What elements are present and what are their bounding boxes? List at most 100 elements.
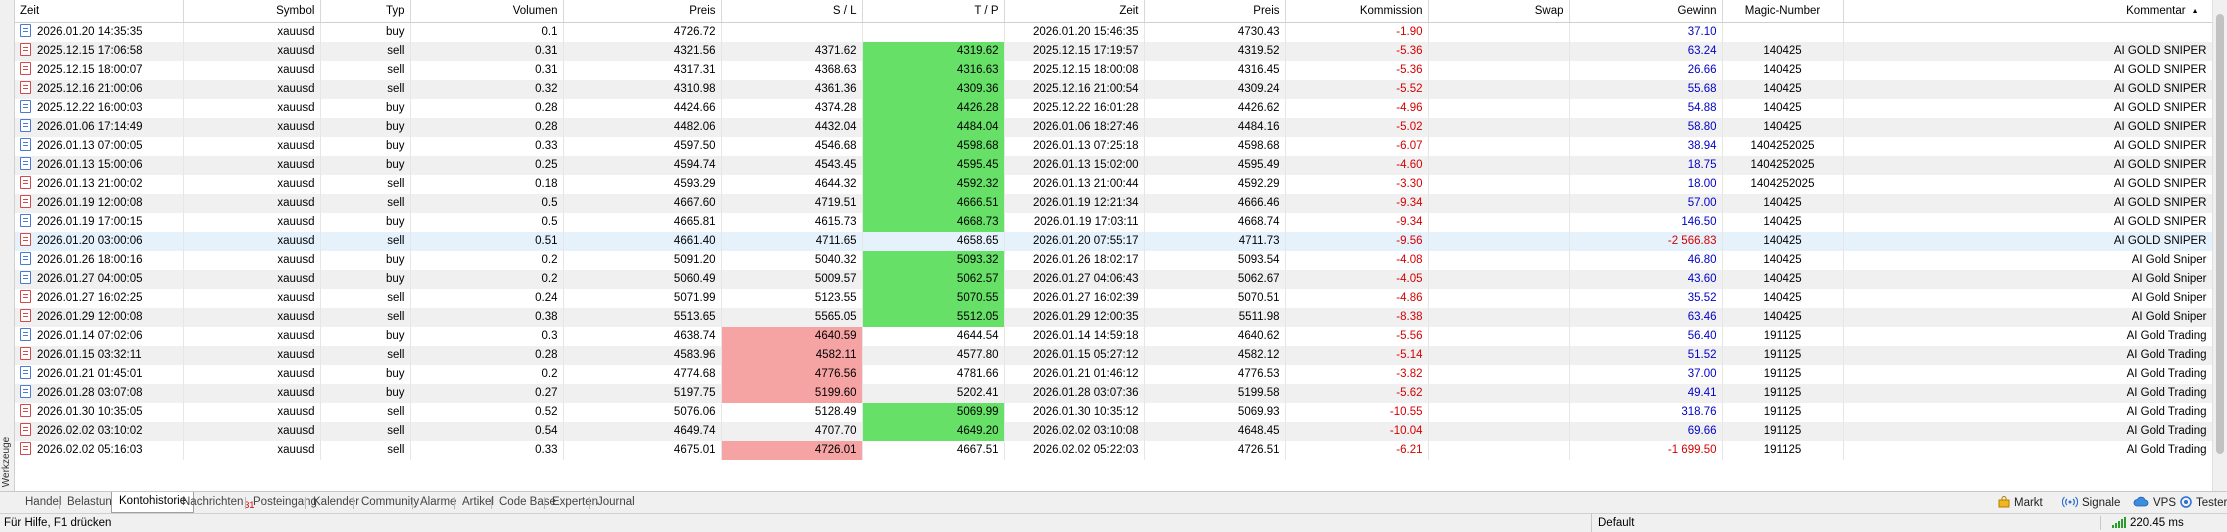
- cell-commission: -5.52: [1285, 80, 1429, 99]
- column-header-magic[interactable]: Magic-Number: [1722, 0, 1844, 23]
- toolbar-tab-tester[interactable]: Tester: [2180, 494, 2227, 512]
- table-row[interactable]: 2025.12.15 18:00:07 xauusd sell 0.31 4317.31…: [15, 61, 2212, 80]
- cell-swap: [1428, 61, 1570, 80]
- cell-profit: 318.76: [1569, 403, 1723, 422]
- cell-time-open: 2026.01.19 17:00:15: [15, 213, 184, 232]
- table-row[interactable]: 2026.01.20 14:35:35 xauusd buy 0.1 4726.72 20…: [15, 22, 2212, 42]
- column-header-time-close[interactable]: Zeit: [1004, 0, 1145, 23]
- cell-sl: 4726.01: [721, 441, 863, 460]
- sort-ascending-icon: ▲: [2191, 8, 2199, 15]
- cell-comment: AI Gold Trading: [1843, 403, 2212, 422]
- cell-tp: 4667.51: [862, 441, 1005, 460]
- column-header-profit[interactable]: Gewinn: [1569, 0, 1723, 23]
- table-row[interactable]: 2026.01.29 12:00:08 xauusd sell 0.38 5513.65…: [15, 308, 2212, 327]
- cell-magic: 140425: [1722, 270, 1844, 289]
- signal-icon: [2061, 496, 2079, 514]
- table-row[interactable]: 2026.01.13 15:00:06 xauusd buy 0.25 4594.74 4…: [15, 156, 2212, 175]
- column-header-price-close[interactable]: Preis: [1144, 0, 1286, 23]
- table-row[interactable]: 2026.02.02 05:16:03 xauusd sell 0.33 4675.01…: [15, 441, 2212, 460]
- table-row[interactable]: 2026.01.30 10:35:05 xauusd sell 0.52 5076.06…: [15, 403, 2212, 422]
- cell-magic: 191125: [1722, 346, 1844, 365]
- cell-profit: 56.40: [1569, 327, 1723, 346]
- cell-sl: 4711.65: [721, 232, 863, 251]
- toolbox-side-panel[interactable]: Werkzeuge: [0, 0, 15, 491]
- cell-price-open: 4594.74: [563, 156, 722, 175]
- cell-magic: 140425: [1722, 61, 1844, 80]
- table-row[interactable]: 2026.01.26 18:00:16 xauusd buy 0.2 5091.20 50…: [15, 251, 2212, 270]
- table-row[interactable]: 2026.01.19 17:00:15 xauusd buy 0.5 4665.81 46…: [15, 213, 2212, 232]
- table-row[interactable]: 2026.02.02 03:10:02 xauusd sell 0.54 4649.74…: [15, 422, 2212, 441]
- cell-volume: 0.2: [410, 270, 564, 289]
- table-row[interactable]: 2025.12.22 16:00:03 xauusd buy 0.28 4424.66 4…: [15, 99, 2212, 118]
- cell-volume: 0.28: [410, 118, 564, 137]
- column-header-type[interactable]: Typ: [320, 0, 411, 23]
- cell-price-close: 4595.49: [1144, 156, 1286, 175]
- cell-swap: [1428, 156, 1570, 175]
- column-header-time-open[interactable]: Zeit: [15, 0, 184, 23]
- cell-comment: AI Gold Trading: [1843, 384, 2212, 403]
- table-row[interactable]: 2025.12.16 21:00:06 xauusd sell 0.32 4310.98…: [15, 80, 2212, 99]
- cell-symbol: xauusd: [183, 422, 321, 441]
- toolbar-tab-markt[interactable]: Markt: [1998, 494, 2043, 512]
- table-row[interactable]: 2026.01.06 17:14:49 xauusd buy 0.28 4482.06 4…: [15, 118, 2212, 137]
- table-row[interactable]: 2026.01.14 07:02:06 xauusd buy 0.3 4638.74 46…: [15, 327, 2212, 346]
- cell-tp: 4666.51: [862, 194, 1005, 213]
- cell-time-open: 2026.01.13 15:00:06: [15, 156, 184, 175]
- cell-profit: 18.00: [1569, 175, 1723, 194]
- cell-type: buy: [320, 99, 411, 118]
- sell-deal-icon: [20, 43, 31, 56]
- column-header-swap[interactable]: Swap: [1428, 0, 1570, 23]
- cell-type: buy: [320, 118, 411, 137]
- cell-volume: 0.32: [410, 80, 564, 99]
- table-row[interactable]: 2026.01.27 16:02:25 xauusd sell 0.24 5071.99…: [15, 289, 2212, 308]
- cell-profit: 51.52: [1569, 346, 1723, 365]
- cell-tp: 4309.36: [862, 80, 1005, 99]
- column-header-price-open[interactable]: Preis: [563, 0, 722, 23]
- column-header-symbol[interactable]: Symbol: [183, 0, 321, 23]
- cell-swap: [1428, 118, 1570, 137]
- cell-symbol: xauusd: [183, 308, 321, 327]
- column-header-volume[interactable]: Volumen: [410, 0, 564, 23]
- cell-type: sell: [320, 232, 411, 251]
- table-row[interactable]: 2025.12.15 17:06:58 xauusd sell 0.31 4321.56…: [15, 42, 2212, 61]
- cell-time-close: 2025.12.22 16:01:28: [1004, 99, 1145, 118]
- buy-deal-icon: [20, 138, 31, 151]
- column-header-sl[interactable]: S / L: [721, 0, 863, 23]
- tab-journal[interactable]: Journal: [590, 493, 642, 512]
- table-row[interactable]: 2026.01.13 07:00:05 xauusd buy 0.33 4597.50 4…: [15, 137, 2212, 156]
- toolbar-tab-signale[interactable]: Signale: [2061, 494, 2120, 514]
- cell-time-close: 2025.12.15 18:00:08: [1004, 61, 1145, 80]
- cell-sl: 5199.60: [721, 384, 863, 403]
- cell-price-open: 4310.98: [563, 80, 722, 99]
- toolbar-tab-vps[interactable]: VPS: [2133, 494, 2176, 512]
- toolbox-label: Werkzeuge: [1, 436, 12, 488]
- cell-type: sell: [320, 346, 411, 365]
- cell-profit: 58.80: [1569, 118, 1723, 137]
- cell-type: buy: [320, 270, 411, 289]
- cell-price-close: 4426.62: [1144, 99, 1286, 118]
- table-row[interactable]: 2026.01.13 21:00:02 xauusd sell 0.18 4593.29…: [15, 175, 2212, 194]
- cell-type: sell: [320, 403, 411, 422]
- buy-deal-icon: [20, 24, 31, 37]
- vertical-scrollbar[interactable]: [2212, 0, 2227, 491]
- table-row[interactable]: 2026.01.19 12:00:08 xauusd sell 0.5 4667.60 4…: [15, 194, 2212, 213]
- cell-sl: 5009.57: [721, 270, 863, 289]
- column-header-comment[interactable]: Kommentar ▲: [1843, 0, 2212, 23]
- cell-magic: 140425: [1722, 118, 1844, 137]
- column-header-commission[interactable]: Kommission: [1285, 0, 1429, 23]
- cell-symbol: xauusd: [183, 213, 321, 232]
- table-row[interactable]: 2026.01.28 03:07:08 xauusd buy 0.27 5197.75 5…: [15, 384, 2212, 403]
- table-row[interactable]: 2026.01.15 03:32:11 xauusd sell 0.28 4583.96…: [15, 346, 2212, 365]
- status-profile[interactable]: Default: [1591, 514, 1798, 532]
- column-header-tp[interactable]: T / P: [862, 0, 1005, 23]
- cell-commission: -6.21: [1285, 441, 1429, 460]
- cell-symbol: xauusd: [183, 175, 321, 194]
- table-row[interactable]: 2026.01.21 01:45:01 xauusd buy 0.2 4774.68 47…: [15, 365, 2212, 384]
- status-connection[interactable]: 220.45 ms: [2112, 514, 2184, 532]
- cell-profit: -1 699.50: [1569, 441, 1723, 460]
- scrollbar-thumb[interactable]: [2216, 14, 2224, 454]
- cell-tp: 4484.04: [862, 118, 1005, 137]
- cell-sl: 4432.04: [721, 118, 863, 137]
- table-row[interactable]: 2026.01.20 03:00:06 xauusd sell 0.51 4661.40…: [15, 232, 2212, 251]
- table-row[interactable]: 2026.01.27 04:00:05 xauusd buy 0.2 5060.49 50…: [15, 270, 2212, 289]
